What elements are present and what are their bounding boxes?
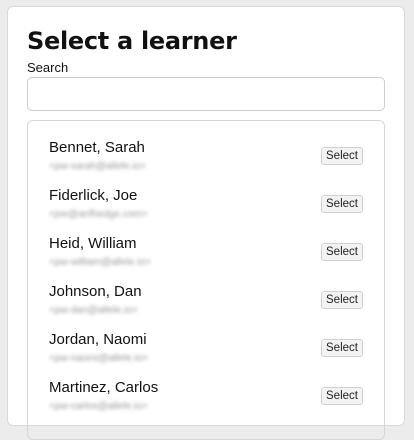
select-learner-button[interactable]: Select xyxy=(321,147,363,165)
learner-name: Johnson, Dan xyxy=(49,283,142,300)
learner-email: <pw-carlos@allele.io> xyxy=(49,401,148,412)
select-learner-button[interactable]: Select xyxy=(321,195,363,213)
learner-picker-panel: Select a learner Search Bennet, Sarah <p… xyxy=(7,6,405,440)
learner-name: Fiderlick, Joe xyxy=(49,187,138,204)
select-learner-button[interactable]: Select xyxy=(321,387,363,405)
list-item: Heid, William <pw-william@allele.io> Sel… xyxy=(28,217,384,268)
learner-list: Bennet, Sarah <pw-sarah@allele.io> Selec… xyxy=(27,120,385,440)
select-learner-button[interactable]: Select xyxy=(321,243,363,261)
learner-name: Martinez, Carlos xyxy=(49,379,159,396)
learner-name: Jordan, Naomi xyxy=(49,331,147,348)
learner-name: Bennet, Sarah xyxy=(49,139,145,156)
list-item: Johnson, Dan <pw-dan@allele.io> Select xyxy=(28,265,384,316)
select-learner-button[interactable]: Select xyxy=(321,291,363,309)
page-title: Select a learner xyxy=(27,27,237,55)
list-item: Jordan, Naomi <pw-naomi@allele.io> Selec… xyxy=(28,313,384,364)
search-input[interactable] xyxy=(27,77,385,111)
list-item: Bennet, Sarah <pw-sarah@allele.io> Selec… xyxy=(28,121,384,172)
learner-name: Heid, William xyxy=(49,235,137,252)
list-item: Fiderlick, Joe <joe@anfhedge.com> Select xyxy=(28,169,384,220)
select-learner-button[interactable]: Select xyxy=(321,339,363,357)
search-label: Search xyxy=(27,60,69,75)
list-item: Martinez, Carlos <pw-carlos@allele.io> S… xyxy=(28,361,384,412)
